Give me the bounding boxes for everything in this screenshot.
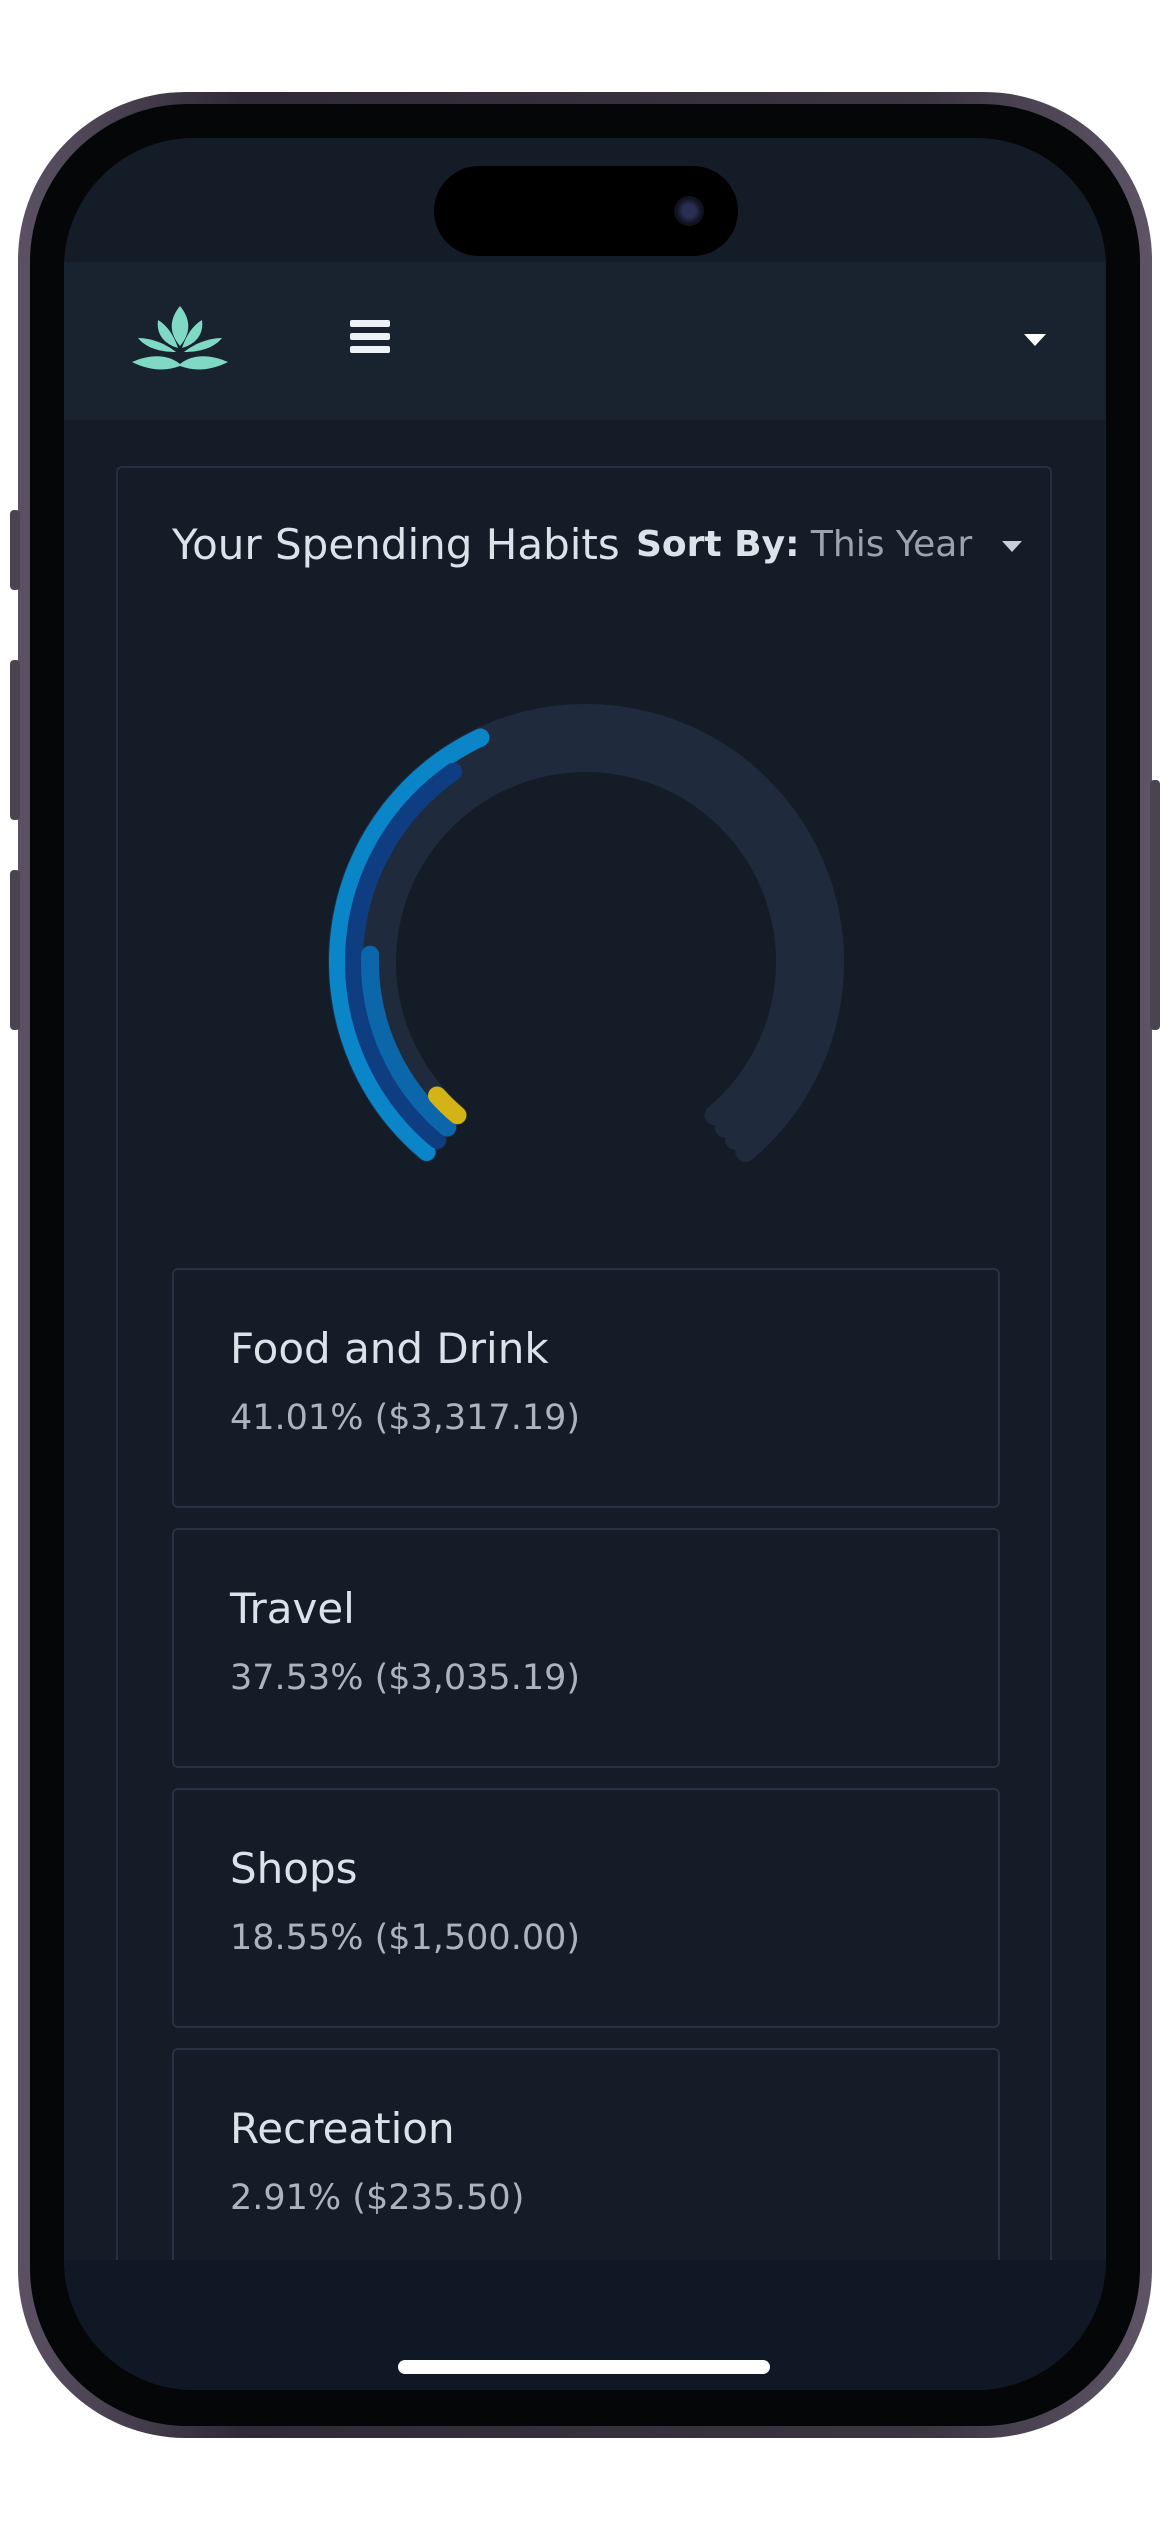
category-name: Shops: [230, 1844, 358, 1893]
category-list: Food and Drink 41.01% ($3,317.19) Travel…: [172, 1268, 1000, 2308]
top-navbar: [64, 262, 1106, 420]
status-bar: [64, 138, 1106, 262]
hamburger-menu-icon[interactable]: [350, 320, 390, 354]
category-name: Recreation: [230, 2104, 455, 2153]
volume-down-button: [10, 870, 20, 1030]
category-card-travel[interactable]: Travel 37.53% ($3,035.19): [172, 1528, 1000, 1768]
action-button: [10, 510, 20, 590]
category-card-food-and-drink[interactable]: Food and Drink 41.01% ($3,317.19): [172, 1268, 1000, 1508]
chart-track: [360, 736, 812, 1138]
sort-label: Sort By:: [636, 524, 800, 565]
chart-track: [376, 752, 796, 1126]
spending-card: Your Spending Habits Sort By: This Year …: [116, 466, 1052, 2390]
category-value: 2.91% ($235.50): [230, 2178, 525, 2218]
volume-up-button: [10, 660, 20, 820]
camera-icon: [674, 196, 704, 226]
caret-down-icon[interactable]: [1024, 334, 1046, 346]
category-value: 37.53% ($3,035.19): [230, 1658, 581, 1698]
chevron-down-icon: [1001, 540, 1022, 552]
sort-value: This Year: [810, 524, 973, 565]
dynamic-island: [434, 166, 738, 256]
spending-radial-chart: [328, 704, 844, 1162]
lotus-logo-icon[interactable]: [130, 302, 230, 374]
category-name: Travel: [230, 1584, 355, 1633]
screen: Your Spending Habits Sort By: This Year …: [64, 138, 1106, 2390]
sort-dropdown[interactable]: Sort By: This Year: [636, 524, 1022, 565]
category-name: Food and Drink: [230, 1324, 549, 1373]
spending-title: Your Spending Habits: [172, 520, 620, 569]
power-button: [1150, 780, 1160, 1030]
category-card-shops[interactable]: Shops 18.55% ($1,500.00): [172, 1788, 1000, 2028]
home-indicator[interactable]: [398, 2360, 770, 2374]
category-value: 41.01% ($3,317.19): [230, 1398, 581, 1438]
category-value: 18.55% ($1,500.00): [230, 1918, 581, 1958]
category-card-recreation[interactable]: Recreation 2.91% ($235.50): [172, 2048, 1000, 2288]
